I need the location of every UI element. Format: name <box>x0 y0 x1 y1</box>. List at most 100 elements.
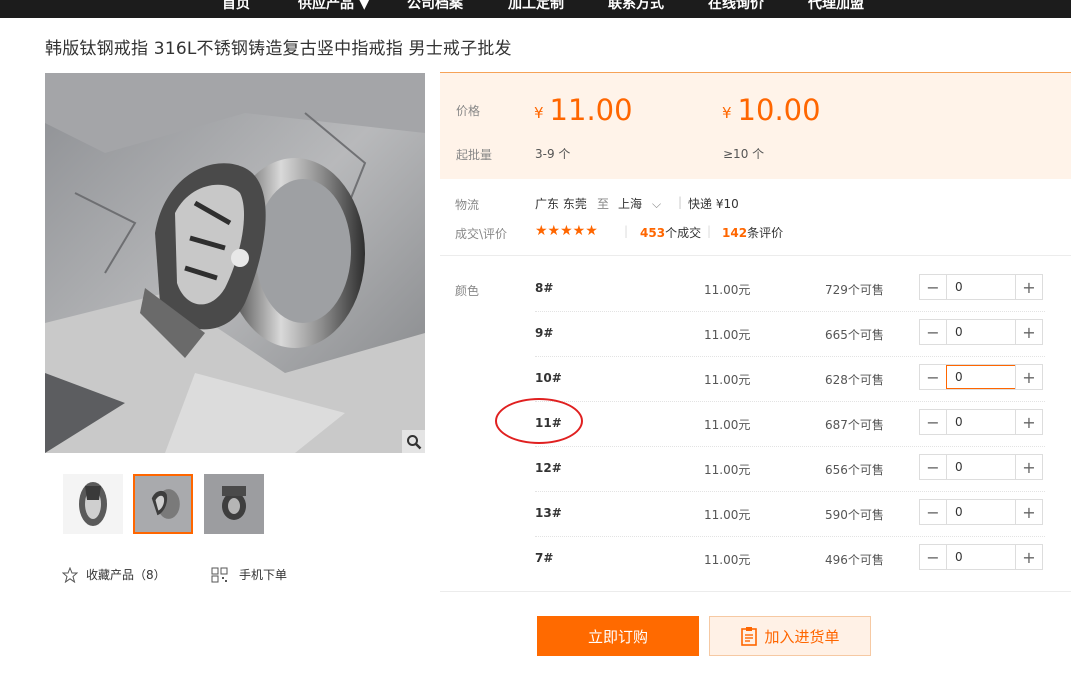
chevron-down-icon: ⌵ <box>652 197 662 211</box>
section-divider <box>440 255 1071 256</box>
decrement-button[interactable]: − <box>920 410 947 434</box>
quantity-input[interactable] <box>947 275 1015 299</box>
sku-stock: 687个可售 <box>825 418 884 432</box>
increment-button[interactable]: + <box>1015 320 1042 344</box>
quantity-stepper: − + <box>919 364 1043 390</box>
quantity-input[interactable] <box>947 410 1015 434</box>
add-to-cart-button[interactable]: 加入进货单 <box>709 616 871 656</box>
favorite-label: 收藏产品（8） <box>86 568 166 582</box>
deals-count: 453 <box>640 226 666 240</box>
top-nav: 首页 供应产品 ▼ 公司档案 加工定制 联系方式 在线询价 代理加盟 <box>0 0 1071 18</box>
thumbnail-1[interactable] <box>63 474 123 534</box>
clipboard-icon <box>741 627 758 646</box>
sku-name: 8# <box>535 281 554 295</box>
nav-item-custom[interactable]: 加工定制 <box>508 0 564 13</box>
decrement-button[interactable]: − <box>920 500 947 524</box>
quantity-input[interactable] <box>947 455 1015 479</box>
sku-row: 13# 11.00元 590个可售 − + <box>535 491 1045 537</box>
sku-name: 7# <box>535 551 554 565</box>
rating-stars: ★★★★★ <box>535 223 598 239</box>
add-to-cart-label: 加入进货单 <box>764 627 840 646</box>
sku-stock: 628个可售 <box>825 373 884 387</box>
section-divider <box>440 591 1071 592</box>
quantity-stepper: − + <box>919 544 1043 570</box>
sku-row: 8# 11.00元 729个可售 − + <box>535 266 1045 312</box>
price-tier-2-value: 10.00 <box>737 93 821 127</box>
main-product-image <box>45 73 425 453</box>
sku-stock: 656个可售 <box>825 463 884 477</box>
sku-price: 11.00元 <box>704 283 751 297</box>
sku-stock: 665个可售 <box>825 328 884 342</box>
mobile-order-label: 手机下单 <box>239 568 288 582</box>
nav-item-home[interactable]: 首页 <box>222 0 250 13</box>
quantity-input[interactable] <box>947 545 1015 569</box>
sku-row: 12# 11.00元 656个可售 − + <box>535 446 1045 492</box>
quantity-stepper: − + <box>919 499 1043 525</box>
product-title: 韩版钛钢戒指 316L不锈钢铸造复古竖中指戒指 男士戒子批发 <box>45 39 512 59</box>
increment-button[interactable]: + <box>1015 365 1042 389</box>
zoom-button[interactable] <box>402 430 425 453</box>
price-box: 价格 起批量 ¥11.00 ¥10.00 3-9 个 ≥10 个 <box>440 72 1071 179</box>
price-label: 价格 <box>456 104 481 118</box>
increment-button[interactable]: + <box>1015 275 1042 299</box>
quantity-stepper: − + <box>919 409 1043 435</box>
sku-stock: 729个可售 <box>825 283 884 297</box>
increment-button[interactable]: + <box>1015 455 1042 479</box>
increment-button[interactable]: + <box>1015 545 1042 569</box>
magnifier-icon <box>406 434 421 449</box>
divider: | <box>678 195 683 209</box>
sku-name: 9# <box>535 326 554 340</box>
nav-item-agent[interactable]: 代理加盟 <box>808 0 864 13</box>
ship-to-value: 上海 <box>618 197 643 211</box>
express-fee: 快递 ¥10 <box>688 197 739 211</box>
nav-item-contact[interactable]: 联系方式 <box>608 0 664 13</box>
sku-name: 13# <box>535 506 562 520</box>
sku-row: 10# 11.00元 628个可售 − + <box>535 356 1045 402</box>
quantity-input[interactable] <box>947 320 1015 344</box>
quantity-stepper: − + <box>919 454 1043 480</box>
sku-price: 11.00元 <box>704 328 751 342</box>
deals-link[interactable]: 453个成交 <box>640 224 701 241</box>
thumbnail-image <box>63 474 123 534</box>
nav-item-company[interactable]: 公司档案 <box>407 0 463 13</box>
sku-price: 11.00元 <box>704 553 751 567</box>
divider: | <box>707 224 712 238</box>
price-tier-1: ¥11.00 <box>534 93 633 127</box>
qrcode-icon <box>211 567 228 582</box>
decrement-button[interactable]: − <box>920 455 947 479</box>
sku-name: 10# <box>535 371 562 385</box>
sku-price: 11.00元 <box>704 373 751 387</box>
thumbnail-3[interactable] <box>204 474 264 534</box>
decrement-button[interactable]: − <box>920 320 947 344</box>
quantity-stepper: − + <box>919 319 1043 345</box>
nav-item-inquiry[interactable]: 在线询价 <box>708 0 764 13</box>
price-tier-1-value: 11.00 <box>549 93 633 127</box>
decrement-button[interactable]: − <box>920 365 947 389</box>
nav-item-products[interactable]: 供应产品 ▼ <box>298 0 370 13</box>
ship-to-select[interactable]: 上海 ⌵ <box>618 195 661 212</box>
divider: | <box>624 224 629 238</box>
buy-now-button[interactable]: 立即订购 <box>537 616 699 656</box>
deals-label: 成交\评价 <box>455 227 508 241</box>
quantity-input[interactable] <box>947 500 1015 524</box>
increment-button[interactable]: + <box>1015 410 1042 434</box>
reviews-suffix: 条评价 <box>747 226 784 240</box>
quantity-input[interactable] <box>946 365 1016 389</box>
price-tier-1-range: 3-9 个 <box>535 147 571 161</box>
sku-row: 11# 11.00元 687个可售 − + <box>535 401 1045 447</box>
color-label: 颜色 <box>455 284 480 298</box>
reviews-link[interactable]: 142条评价 <box>722 224 783 241</box>
buy-now-label: 立即订购 <box>587 627 648 646</box>
mobile-order-button[interactable]: 手机下单 <box>211 566 287 583</box>
reviews-count: 142 <box>722 226 748 240</box>
currency-symbol: ¥ <box>534 104 544 122</box>
sku-price: 11.00元 <box>704 508 751 522</box>
star-outline-icon <box>62 566 78 583</box>
sku-row: 9# 11.00元 665个可售 − + <box>535 311 1045 357</box>
increment-button[interactable]: + <box>1015 500 1042 524</box>
decrement-button[interactable]: − <box>920 545 947 569</box>
thumbnail-2[interactable] <box>133 474 193 534</box>
decrement-button[interactable]: − <box>920 275 947 299</box>
favorite-button[interactable]: 收藏产品（8） <box>62 566 166 583</box>
moq-label: 起批量 <box>456 148 493 162</box>
